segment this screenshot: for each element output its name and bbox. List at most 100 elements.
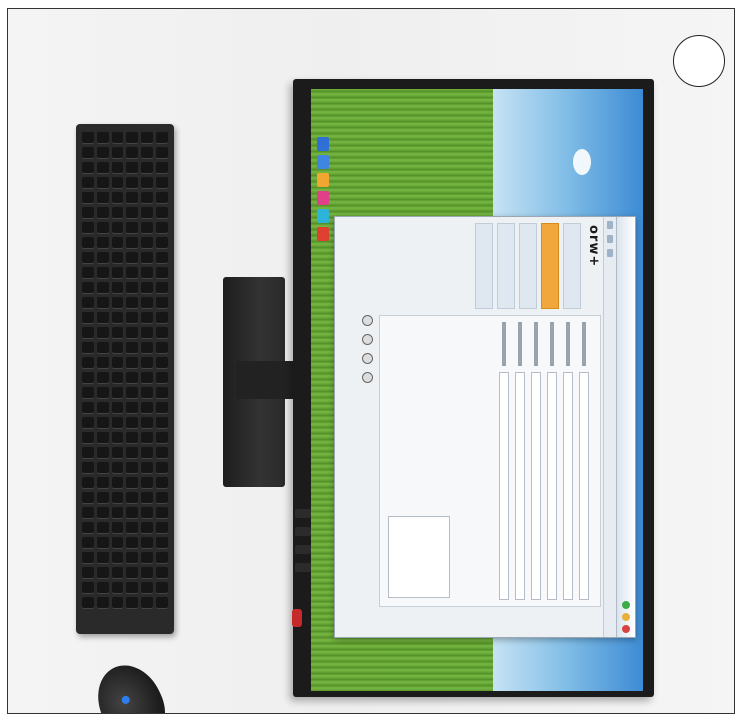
text-field[interactable] — [515, 372, 525, 600]
keyboard-key — [82, 327, 94, 339]
keyboard-key — [126, 447, 139, 459]
keyboard-key — [141, 507, 154, 519]
keyboard-key — [126, 222, 139, 234]
keyboard-key — [156, 507, 168, 519]
text-field[interactable] — [579, 372, 589, 600]
forward-icon[interactable] — [607, 235, 613, 243]
restore-icon[interactable] — [622, 613, 630, 621]
keyboard-key — [111, 192, 124, 204]
close-icon[interactable] — [622, 625, 630, 633]
keyboard-key — [82, 282, 94, 294]
round-icon[interactable] — [362, 315, 373, 326]
form-row — [528, 316, 544, 606]
pink-app-icon[interactable] — [317, 191, 329, 205]
keyboard-key — [126, 267, 139, 279]
blue-app-icon[interactable] — [317, 155, 329, 169]
keyboard-key — [96, 192, 109, 204]
keyboard-key — [141, 342, 154, 354]
refresh-icon[interactable] — [607, 249, 613, 257]
keyboard-key — [96, 237, 109, 249]
keyboard-key — [141, 207, 154, 219]
keyboard-key — [96, 567, 109, 579]
keyboard-key — [82, 432, 94, 444]
keyboard-key — [111, 567, 124, 579]
keyboard-key — [82, 267, 94, 279]
keyboard-key — [96, 282, 109, 294]
text-field[interactable] — [531, 372, 541, 600]
keyboard-key — [156, 357, 168, 369]
keyboard-key — [141, 147, 154, 159]
keyboard-key — [96, 582, 109, 594]
keyboard-key — [156, 552, 168, 564]
keyboard-key — [141, 522, 154, 534]
sidebar-item[interactable] — [519, 223, 537, 309]
keyboard-key — [82, 552, 94, 564]
keyboard-key — [82, 312, 94, 324]
keyboard-key — [156, 417, 168, 429]
keyboard-key — [111, 222, 124, 234]
brand-logo: orw+ — [586, 225, 601, 268]
keyboard-key — [111, 537, 124, 549]
round-icon[interactable] — [362, 334, 373, 345]
keyboard-key — [141, 417, 154, 429]
keyboard-key — [111, 207, 124, 219]
field-label — [566, 322, 570, 366]
sidebar-item[interactable] — [563, 223, 581, 309]
corner-circle-marker — [673, 35, 725, 87]
keyboard-key — [96, 372, 109, 384]
form-row — [576, 316, 592, 606]
text-field[interactable] — [499, 372, 509, 600]
blue-app-icon[interactable] — [317, 137, 329, 151]
keyboard-key — [126, 432, 139, 444]
keyboard-key — [141, 402, 154, 414]
field-label — [534, 322, 538, 366]
keyboard-key — [141, 282, 154, 294]
sidebar-item-active[interactable] — [541, 223, 559, 309]
notes-textarea[interactable] — [388, 516, 450, 598]
red-app-icon[interactable] — [317, 227, 329, 241]
keyboard-key — [126, 477, 139, 489]
keyboard-key — [111, 162, 124, 174]
keyboard-key — [126, 567, 139, 579]
keyboard-key — [126, 402, 139, 414]
keyboard-key — [111, 477, 124, 489]
keyboard-key — [126, 327, 139, 339]
keyboard-key — [156, 252, 168, 264]
keyboard-key — [141, 237, 154, 249]
monitor-button — [295, 545, 311, 554]
keyboard-key — [96, 462, 109, 474]
keyboard-key — [96, 147, 109, 159]
keyboard-key — [82, 492, 94, 504]
keyboard-key — [141, 297, 154, 309]
round-icon[interactable] — [362, 372, 373, 383]
keyboard-key — [111, 387, 124, 399]
keyboard-key — [96, 522, 109, 534]
keyboard-key — [96, 477, 109, 489]
text-field[interactable] — [563, 372, 573, 600]
keyboard-key — [141, 327, 154, 339]
keyboard-key — [141, 582, 154, 594]
sidebar-item[interactable] — [497, 223, 515, 309]
keyboard-key — [156, 477, 168, 489]
keyboard-key — [141, 432, 154, 444]
text-field[interactable] — [547, 372, 557, 600]
keyboard-key — [82, 522, 94, 534]
back-icon[interactable] — [607, 221, 613, 229]
minimize-icon[interactable] — [622, 601, 630, 609]
monitor-screen: orw+ — [311, 89, 643, 691]
orange-app-icon[interactable] — [317, 173, 329, 187]
round-icon[interactable] — [362, 353, 373, 364]
keyboard-key — [156, 327, 168, 339]
sidebar-item[interactable] — [475, 223, 493, 309]
app-window-content: orw+ — [335, 217, 635, 637]
keyboard-key — [82, 177, 94, 189]
keyboard-key — [111, 342, 124, 354]
cyan-app-icon[interactable] — [317, 209, 329, 223]
keyboard-key — [156, 537, 168, 549]
keyboard-key — [111, 492, 124, 504]
keyboard-key — [156, 282, 168, 294]
keyboard-key — [96, 312, 109, 324]
keyboard-key — [82, 237, 94, 249]
keyboard-key — [111, 552, 124, 564]
desktop-dock — [317, 137, 329, 259]
